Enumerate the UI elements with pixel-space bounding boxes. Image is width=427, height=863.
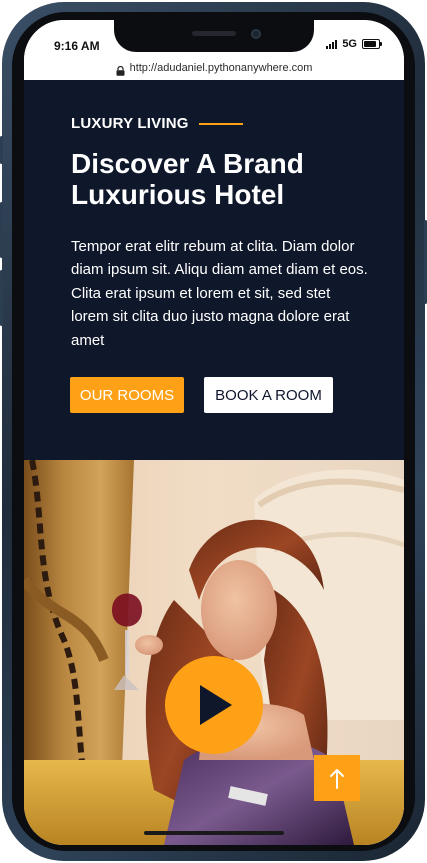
- phone-side-button: [0, 202, 3, 258]
- home-indicator[interactable]: [144, 831, 284, 835]
- our-rooms-button[interactable]: OUR ROOMS: [70, 377, 184, 413]
- url-text[interactable]: http://adudaniel.pythonanywhere.com: [130, 62, 313, 74]
- hero-description: Tempor erat elitr rebum at clita. Diam d…: [71, 238, 368, 349]
- play-icon: [200, 685, 232, 725]
- signal-icon: [326, 39, 338, 49]
- status-time: 9:16 AM: [54, 39, 100, 53]
- hero-section: LUXURY LIVING Discover A Brand Luxurious…: [24, 80, 404, 460]
- phone-screen: 9:16 AM 5G http://adudaniel.pythonanywhe…: [24, 20, 404, 845]
- notch: [114, 20, 314, 52]
- eyebrow-divider: [198, 122, 243, 125]
- status-indicators: 5G: [326, 38, 382, 50]
- arrow-up-icon: [330, 769, 344, 789]
- eyebrow-label: LUXURY LIVING: [71, 115, 189, 132]
- book-a-room-button[interactable]: BOOK A ROOM: [204, 377, 333, 413]
- back-to-top-button[interactable]: [314, 755, 360, 801]
- browser-url-bar[interactable]: http://adudaniel.pythonanywhere.com: [24, 57, 404, 79]
- battery-icon: [362, 39, 382, 49]
- play-button[interactable]: [165, 656, 263, 754]
- front-camera: [251, 29, 261, 39]
- lock-icon: [116, 63, 125, 76]
- speaker-grille: [192, 31, 236, 36]
- phone-side-button: [0, 270, 3, 326]
- video-section: [24, 460, 404, 845]
- network-type: 5G: [342, 38, 357, 50]
- hero-headline: Discover A Brand Luxurious Hotel: [71, 148, 304, 210]
- phone-side-button: [0, 136, 3, 164]
- hero-eyebrow: LUXURY LIVING: [71, 115, 243, 132]
